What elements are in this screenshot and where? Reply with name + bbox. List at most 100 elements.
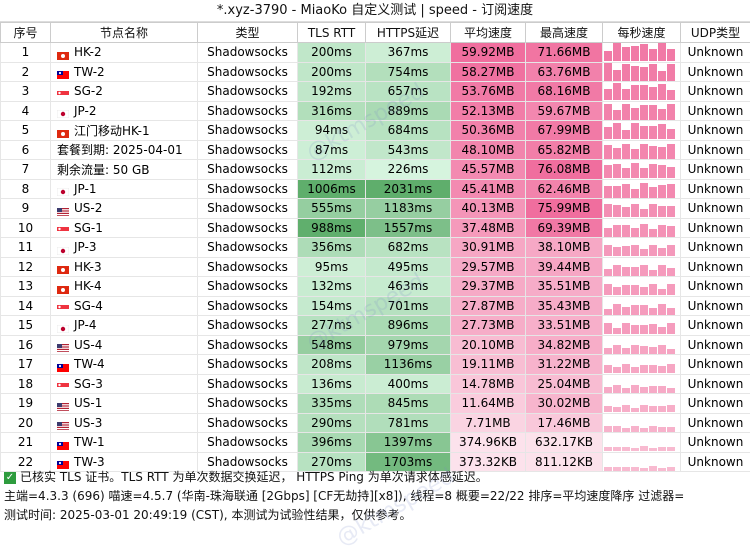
row-index: 20 [1, 413, 51, 433]
table-row[interactable]: 20US-3Shadowsocks290ms781ms7.71MB17.46MB… [1, 413, 750, 433]
avg-speed-value: 45.57MB [451, 160, 526, 180]
https-latency-value: 1397ms [366, 433, 451, 453]
singapore-flag-icon [57, 302, 69, 310]
singapore-flag-icon [57, 224, 69, 232]
table-row[interactable]: 12HK-3Shadowsocks95ms495ms29.57MB39.44MB… [1, 257, 750, 277]
node-name: JP-1 [74, 182, 96, 196]
node-name: JP-2 [74, 104, 96, 118]
table-row[interactable]: 8JP-1Shadowsocks1006ms2031ms45.41MB62.46… [1, 179, 750, 199]
col-header-index[interactable]: 序号 [1, 23, 51, 43]
max-speed-value: 68.16MB [526, 82, 603, 102]
row-index: 2 [1, 62, 51, 82]
node-name: JP-3 [74, 240, 96, 254]
col-header-avg-speed[interactable]: 平均速度 [451, 23, 526, 43]
col-header-https-latency[interactable]: HTTPS延迟 [366, 23, 451, 43]
tls-rtt-value: 335ms [298, 394, 366, 414]
table-row[interactable]: 6套餐到期: 2025-04-01Shadowsocks87ms543ms48.… [1, 140, 750, 160]
per-second-speed-sparkline [603, 335, 681, 355]
footer-line-test-time: 测试时间: 2025-03-01 20:49:19 (CST), 本测试为试验性… [0, 506, 750, 525]
window-title: *.xyz-3790 - MiaoKo 自定义测试 | speed - 订阅速度 [0, 0, 750, 22]
https-latency-value: 367ms [366, 43, 451, 63]
table-row[interactable]: 4JP-2Shadowsocks316ms889ms52.13MB59.67MB… [1, 101, 750, 121]
table-row[interactable]: 3SG-2Shadowsocks192ms657ms53.76MB68.16MB… [1, 82, 750, 102]
tls-rtt-value: 290ms [298, 413, 366, 433]
tls-rtt-value: 87ms [298, 140, 366, 160]
node-name-cell: JP-4 [51, 316, 198, 336]
per-second-speed-sparkline [603, 101, 681, 121]
row-index: 14 [1, 296, 51, 316]
tls-rtt-value: 95ms [298, 257, 366, 277]
udp-type-value: Unknown [681, 355, 750, 375]
proxy-type: Shadowsocks [198, 394, 298, 414]
avg-speed-value: 45.41MB [451, 179, 526, 199]
node-name-cell: SG-3 [51, 374, 198, 394]
node-name: TW-1 [74, 435, 105, 449]
table-row[interactable]: 19US-1Shadowsocks335ms845ms11.64MB30.02M… [1, 394, 750, 414]
taiwan-flag-icon [57, 68, 69, 76]
hong-kong-flag-icon [57, 283, 69, 291]
footer-line-backend: 主端=4.3.3 (696) 喵速=4.5.7 (华南-珠海联通 [2Gbps]… [0, 487, 750, 506]
row-index: 4 [1, 101, 51, 121]
table-row[interactable]: 7剩余流量: 50 GBShadowsocks112ms226ms45.57MB… [1, 160, 750, 180]
node-name: TW-4 [74, 357, 105, 371]
node-name: US-4 [74, 338, 102, 352]
speed-results-table: 序号 节点名称 类型 TLS RTT HTTPS延迟 平均速度 最高速度 每秒速… [0, 22, 750, 472]
usa-flag-icon [57, 341, 69, 349]
usa-flag-icon [57, 400, 69, 408]
node-name: SG-1 [74, 221, 103, 235]
https-latency-value: 400ms [366, 374, 451, 394]
max-speed-value: 632.17KB [526, 433, 603, 453]
col-header-tls-rtt[interactable]: TLS RTT [298, 23, 366, 43]
udp-type-value: Unknown [681, 335, 750, 355]
per-second-speed-sparkline [603, 199, 681, 219]
node-name-cell: US-3 [51, 413, 198, 433]
table-row[interactable]: 14SG-4Shadowsocks154ms701ms27.87MB35.43M… [1, 296, 750, 316]
table-row[interactable]: 16US-4Shadowsocks548ms979ms20.10MB34.82M… [1, 335, 750, 355]
table-row[interactable]: 18SG-3Shadowsocks136ms400ms14.78MB25.04M… [1, 374, 750, 394]
col-header-per-second-speed[interactable]: 每秒速度 [603, 23, 681, 43]
tls-rtt-value: 988ms [298, 218, 366, 238]
proxy-type: Shadowsocks [198, 413, 298, 433]
japan-flag-icon [57, 107, 69, 115]
table-row[interactable]: 11JP-3Shadowsocks356ms682ms30.91MB38.10M… [1, 238, 750, 258]
table-row[interactable]: 10SG-1Shadowsocks988ms1557ms37.48MB69.39… [1, 218, 750, 238]
row-index: 10 [1, 218, 51, 238]
https-latency-value: 1136ms [366, 355, 451, 375]
https-latency-value: 781ms [366, 413, 451, 433]
japan-flag-icon [57, 322, 69, 330]
tls-rtt-value: 1006ms [298, 179, 366, 199]
singapore-flag-icon [57, 380, 69, 388]
table-row[interactable]: 1HK-2Shadowsocks200ms367ms59.92MB71.66MB… [1, 43, 750, 63]
node-name: US-3 [74, 416, 102, 430]
max-speed-value: 69.39MB [526, 218, 603, 238]
table-row[interactable]: 5江门移动HK-1Shadowsocks94ms684ms50.36MB67.9… [1, 121, 750, 141]
usa-flag-icon [57, 205, 69, 213]
table-row[interactable]: 13HK-4Shadowsocks132ms463ms29.37MB35.51M… [1, 277, 750, 297]
node-name-cell: HK-2 [51, 43, 198, 63]
tls-rtt-value: 396ms [298, 433, 366, 453]
table-row[interactable]: 15JP-4Shadowsocks277ms896ms27.73MB33.51M… [1, 316, 750, 336]
col-header-node-name[interactable]: 节点名称 [51, 23, 198, 43]
table-row[interactable]: 17TW-4Shadowsocks208ms1136ms19.11MB31.22… [1, 355, 750, 375]
node-name: JP-4 [74, 318, 96, 332]
tls-rtt-value: 112ms [298, 160, 366, 180]
proxy-type: Shadowsocks [198, 121, 298, 141]
row-index: 3 [1, 82, 51, 102]
footer-tls-note: 已核实 TLS 证书。TLS RTT 为单次数据交换延迟， HTTPS Ping… [20, 470, 488, 484]
avg-speed-value: 27.73MB [451, 316, 526, 336]
table-row[interactable]: 9US-2Shadowsocks555ms1183ms40.13MB75.99M… [1, 199, 750, 219]
col-header-type[interactable]: 类型 [198, 23, 298, 43]
avg-speed-value: 20.10MB [451, 335, 526, 355]
per-second-speed-sparkline [603, 374, 681, 394]
udp-type-value: Unknown [681, 43, 750, 63]
col-header-max-speed[interactable]: 最高速度 [526, 23, 603, 43]
table-row[interactable]: 2TW-2Shadowsocks200ms754ms58.27MB63.76MB… [1, 62, 750, 82]
https-latency-value: 682ms [366, 238, 451, 258]
col-header-udp-type[interactable]: UDP类型 [681, 23, 750, 43]
table-row[interactable]: 21TW-1Shadowsocks396ms1397ms374.96KB632.… [1, 433, 750, 453]
proxy-type: Shadowsocks [198, 218, 298, 238]
udp-type-value: Unknown [681, 316, 750, 336]
node-name: 江门移动HK-1 [74, 124, 150, 138]
avg-speed-value: 59.92MB [451, 43, 526, 63]
udp-type-value: Unknown [681, 160, 750, 180]
